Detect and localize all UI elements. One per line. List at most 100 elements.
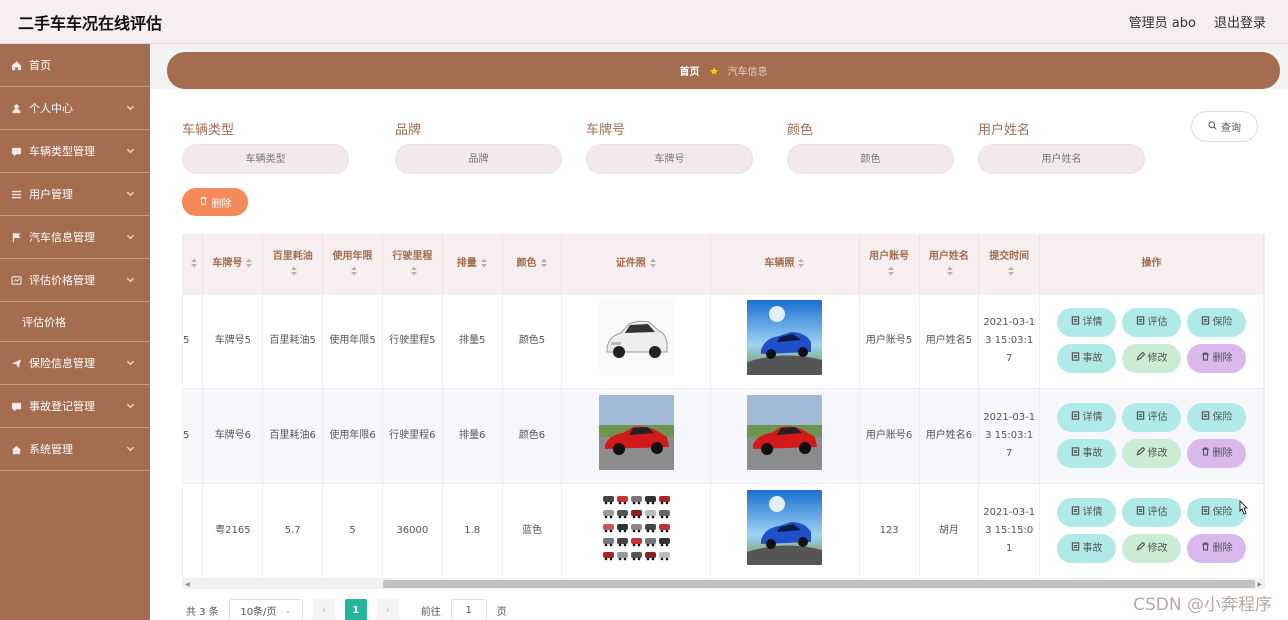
filter-group-1: 品牌: [395, 119, 562, 174]
sort-icon[interactable]: [1007, 266, 1015, 276]
license-photo[interactable]: [598, 489, 674, 565]
scroll-right-icon[interactable]: ▶: [1257, 581, 1262, 588]
next-page-button[interactable]: ›: [376, 599, 399, 620]
page-size-select[interactable]: 10条/页 ⌄: [228, 599, 303, 620]
action-label: 保险: [1212, 316, 1233, 328]
details-button[interactable]: 详情: [1057, 498, 1117, 527]
vehicle-photo[interactable]: [747, 299, 823, 375]
column-header-2[interactable]: 使用年限: [322, 235, 383, 294]
insurance-button[interactable]: 保险: [1187, 308, 1247, 337]
breadcrumb-home[interactable]: 首页: [680, 63, 700, 78]
table-row[interactable]: 粤2165 5.7 5 36000 1.8 蓝色 123 胡月 2021-03-13 15:15…: [183, 483, 1264, 579]
action-label: 删除: [1212, 542, 1233, 554]
sidebar-item-6[interactable]: 保险信息管理: [0, 342, 150, 385]
filter-input-4[interactable]: [978, 144, 1145, 174]
sort-icon[interactable]: [887, 266, 895, 276]
sidebar-item-3[interactable]: 用户管理: [0, 173, 150, 216]
column-header-7[interactable]: 车辆照: [710, 235, 860, 294]
delete-button[interactable]: 删除: [1187, 344, 1247, 373]
vehicle-photo-cell: [710, 388, 860, 484]
edit-button[interactable]: 修改: [1122, 439, 1182, 468]
details-button[interactable]: 详情: [1057, 403, 1117, 432]
query-button[interactable]: 查询: [1191, 111, 1258, 142]
delete-button[interactable]: 删除: [1187, 439, 1247, 468]
column-header-0[interactable]: 车牌号: [202, 235, 264, 294]
accident-button[interactable]: 事故: [1057, 534, 1117, 563]
sidebar-item-label: 保险信息管理: [29, 357, 95, 370]
license-photo-cell: [561, 483, 712, 579]
batch-delete-button[interactable]: 删除: [182, 188, 248, 216]
evaluate-button[interactable]: 评估: [1122, 498, 1182, 527]
pagination: 共 3 条 10条/页 ⌄ ‹ 1 › 前往 1 页: [186, 599, 507, 620]
sort-icon[interactable]: [350, 266, 358, 276]
logout-link[interactable]: 退出登录: [1214, 12, 1266, 31]
sort-icon[interactable]: [290, 266, 298, 276]
scrollbar-thumb[interactable]: [383, 580, 1255, 588]
vehicle-photo[interactable]: [747, 394, 823, 470]
column-header-9[interactable]: 用户姓名: [919, 235, 980, 294]
sort-icon[interactable]: [245, 258, 253, 268]
action-label: 修改: [1147, 542, 1168, 554]
evaluate-button[interactable]: 评估: [1122, 308, 1182, 337]
sort-icon[interactable]: [480, 258, 488, 268]
displacement-cell: 排量5: [442, 293, 503, 389]
table-row[interactable]: 5 车牌号6 百里耗油6 使用年限6 行驶里程6 排量6 颜色6 用户账号6 用户姓名6 2021…: [183, 388, 1264, 484]
mileage-cell: 行驶里程6: [382, 388, 443, 484]
column-header-6[interactable]: 证件照: [561, 235, 712, 294]
board-icon: [10, 274, 22, 286]
column-header-3[interactable]: 行驶里程: [382, 235, 443, 294]
sidebar-item-8[interactable]: 系统管理: [0, 428, 150, 471]
insurance-button[interactable]: 保险: [1187, 403, 1247, 432]
sidebar-item-2[interactable]: 车辆类型管理: [0, 130, 150, 173]
details-button[interactable]: 详情: [1057, 308, 1117, 337]
vehicle-photo[interactable]: [747, 489, 823, 565]
column-header-10[interactable]: 提交时间: [978, 235, 1041, 294]
sidebar-item-4[interactable]: 汽车信息管理: [0, 216, 150, 259]
sort-icon[interactable]: [540, 258, 548, 268]
filter-input-2[interactable]: [586, 144, 753, 174]
evaluate-button[interactable]: 评估: [1122, 403, 1182, 432]
sidebar-item-0[interactable]: 首页: [0, 44, 150, 87]
edit-button[interactable]: 修改: [1122, 534, 1182, 563]
sidebar-item-1[interactable]: 个人中心: [0, 87, 150, 130]
accident-button[interactable]: 事故: [1057, 439, 1117, 468]
column-header-cut[interactable]: [183, 235, 204, 294]
column-header-5[interactable]: 颜色: [502, 235, 563, 294]
sidebar-item-7[interactable]: 事故登记管理: [0, 385, 150, 428]
app-title: 二手车车况在线评估: [18, 13, 163, 33]
search-icon: [1208, 120, 1217, 133]
column-header-label: 车牌号: [212, 258, 243, 270]
sort-icon[interactable]: [190, 258, 198, 268]
filter-input-1[interactable]: [395, 144, 562, 174]
filter-group-0: 车辆类型: [182, 119, 349, 174]
sidebar-subitem-evaluate-price[interactable]: 评估价格: [0, 302, 150, 342]
trash-icon: [1201, 445, 1210, 463]
license-photo[interactable]: [598, 299, 674, 375]
goto-page-input[interactable]: 1: [450, 599, 487, 620]
plate-cell: 粤2165: [202, 483, 264, 579]
table-row[interactable]: 5 车牌号5 百里耗油5 使用年限5 行驶里程5 排量5 颜色5 用户账号5 用户姓名5 2021…: [183, 293, 1264, 389]
accident-button[interactable]: 事故: [1057, 344, 1117, 373]
page-number-button[interactable]: 1: [344, 599, 367, 620]
color-cell: 蓝色: [502, 483, 563, 579]
action-label: 事故: [1082, 447, 1103, 459]
scroll-left-icon[interactable]: ◀: [185, 581, 190, 588]
prev-page-button[interactable]: ‹: [312, 599, 335, 620]
document-icon: [1071, 409, 1080, 427]
horizontal-scrollbar[interactable]: ◀ ▶: [182, 579, 1265, 589]
column-header-8[interactable]: 用户账号: [859, 235, 920, 294]
mouse-cursor-icon: [1237, 500, 1249, 518]
filter-input-3[interactable]: [787, 144, 954, 174]
sort-icon[interactable]: [410, 266, 418, 276]
edit-button[interactable]: 修改: [1122, 344, 1182, 373]
column-header-1[interactable]: 百里耗油: [262, 235, 324, 294]
delete-button[interactable]: 删除: [1187, 534, 1247, 563]
sidebar-item-5[interactable]: 评估价格管理: [0, 259, 150, 302]
sort-icon[interactable]: [649, 258, 657, 268]
chevron-down-icon: [126, 231, 136, 241]
filter-input-0[interactable]: [182, 144, 349, 174]
column-header-4[interactable]: 排量: [442, 235, 503, 294]
sort-icon[interactable]: [946, 266, 954, 276]
license-photo[interactable]: [598, 394, 674, 470]
sort-icon[interactable]: [797, 258, 805, 268]
